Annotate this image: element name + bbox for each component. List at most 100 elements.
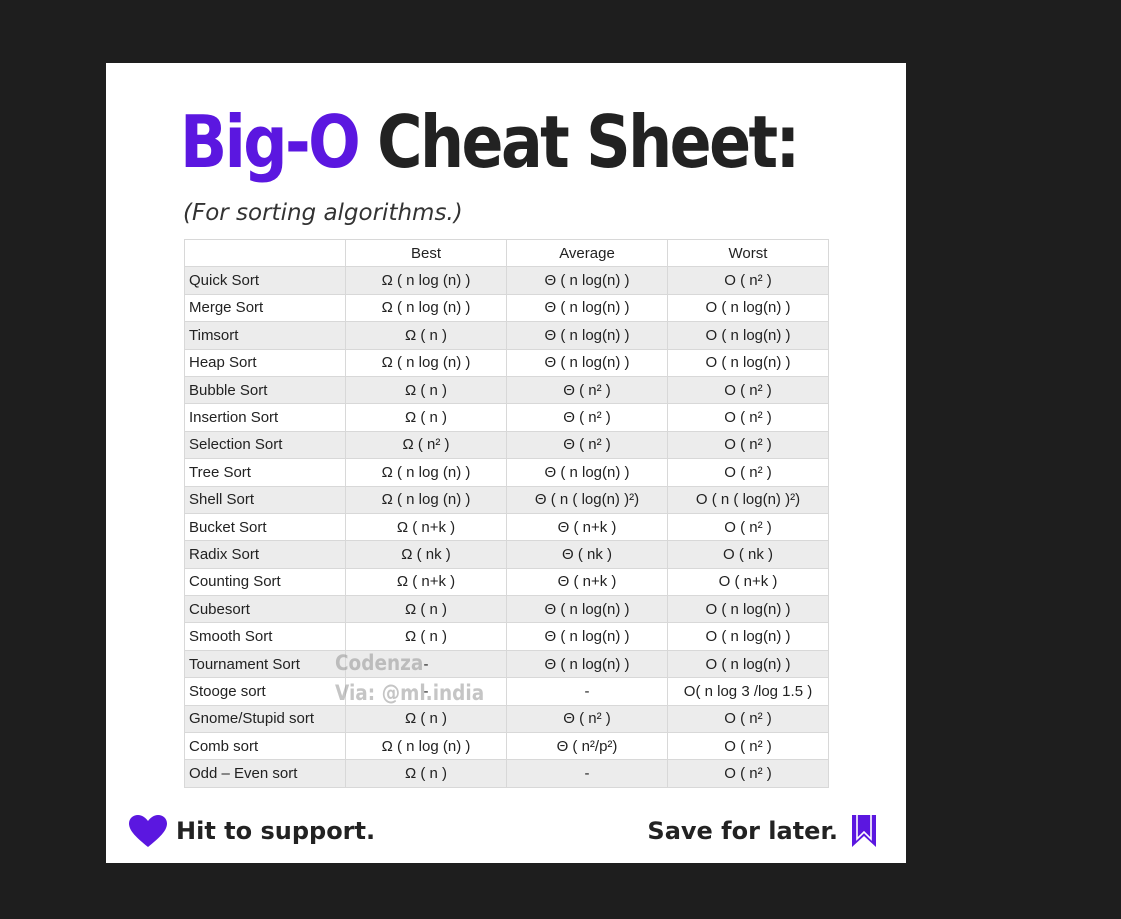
table-row: Cubesort Ω ( n ) Θ ( n log(n) ) O ( n log(n… [184, 595, 829, 624]
cell-algorithm: Radix Sort [184, 540, 346, 569]
cell-average: Θ ( nk ) [506, 540, 668, 569]
cell-worst: O ( nk ) [667, 540, 829, 569]
table-row: Smooth Sort Ω ( n ) Θ ( n log(n) ) O ( n lo… [184, 622, 829, 651]
cell-worst: O ( n² ) [667, 266, 829, 295]
cell-best: Ω ( n ) [345, 622, 507, 651]
cell-average: Θ ( n ( log(n) )²) [506, 485, 668, 514]
cell-average: Θ ( n log(n) ) [506, 266, 668, 295]
cell-algorithm: Comb sort [184, 732, 346, 761]
table-row: Shell Sort Ω ( n log (n) ) Θ ( n ( log(n) … [184, 485, 829, 514]
cheat-sheet-card: Big-O Cheat Sheet: (For sorting algorith… [106, 63, 906, 863]
cell-algorithm: Heap Sort [184, 348, 346, 377]
table-row: Insertion Sort Ω ( n ) Θ ( n² ) O ( n² ) [184, 403, 829, 432]
cell-average: Θ ( n² ) [506, 430, 668, 460]
cell-best: Ω ( n ) [345, 595, 507, 624]
cell-best: Ω ( n ) [345, 375, 507, 405]
complexity-table: Best Average Worst Quick Sort Ω ( n log (… [184, 238, 829, 788]
page-title: Big-O Cheat Sheet: [180, 99, 800, 185]
table-row: Tournament Sort - Θ ( n log(n) ) O ( n log(… [184, 649, 829, 679]
cell-average: - [506, 677, 668, 706]
cell-algorithm: Timsort [184, 321, 346, 350]
cell-algorithm: Odd – Even sort [184, 759, 346, 788]
table-row: Odd – Even sort Ω ( n ) - O ( n² ) [184, 759, 829, 788]
cell-best: Ω ( n ) [345, 759, 507, 788]
cell-algorithm: Quick Sort [184, 266, 346, 295]
cell-average: Θ ( n log(n) ) [506, 622, 668, 651]
cell-best: Ω ( n log (n) ) [345, 266, 507, 295]
watermark-line-2: Via: @ml.india [335, 681, 485, 705]
cell-algorithm: Insertion Sort [184, 403, 346, 432]
cell-algorithm: Selection Sort [184, 430, 346, 460]
header-best: Best [345, 238, 507, 268]
title-rest: Cheat Sheet: [377, 100, 800, 184]
table-header-row: Best Average Worst [184, 238, 829, 268]
cell-best: Ω ( n log (n) ) [345, 485, 507, 514]
support-callout[interactable]: Hit to support. [128, 813, 375, 849]
cell-worst: O ( n² ) [667, 732, 829, 761]
cell-average: Θ ( n+k ) [506, 567, 668, 597]
table-row: Counting Sort Ω ( n+k ) Θ ( n+k ) O ( n+k ) [184, 567, 829, 597]
cell-algorithm: Stooge sort [184, 677, 346, 706]
table-row: Timsort Ω ( n ) Θ ( n log(n) ) O ( n log(n)… [184, 321, 829, 350]
cell-average: Θ ( n log(n) ) [506, 293, 668, 323]
cell-algorithm: Tournament Sort [184, 649, 346, 679]
cell-worst: O ( n² ) [667, 704, 829, 734]
cell-algorithm: Bucket Sort [184, 512, 346, 542]
table-row: Stooge sort - - O( n log 3 /log 1.5 ) [184, 677, 829, 706]
table-row: Tree Sort Ω ( n log (n) ) Θ ( n log(n) ) O … [184, 458, 829, 487]
cell-average: Θ ( n² ) [506, 704, 668, 734]
cell-worst: O ( n log(n) ) [667, 293, 829, 323]
header-algorithm [184, 238, 346, 268]
table-row: Comb sort Ω ( n log (n) ) Θ ( n²/p²) O ( n²… [184, 732, 829, 761]
table-body: Quick Sort Ω ( n log (n) ) Θ ( n log(n) ) O… [184, 266, 829, 788]
table-row: Radix Sort Ω ( nk ) Θ ( nk ) O ( nk ) [184, 540, 829, 569]
title-accent: Big-O [180, 100, 361, 184]
watermark: Codenza Via: @ml.india [335, 648, 484, 708]
cell-worst: O ( n² ) [667, 375, 829, 405]
cell-best: Ω ( n log (n) ) [345, 732, 507, 761]
cell-best: Ω ( n+k ) [345, 567, 507, 597]
cell-worst: O ( n ( log(n) )²) [667, 485, 829, 514]
cell-average: - [506, 759, 668, 788]
cell-worst: O ( n+k ) [667, 567, 829, 597]
cell-worst: O ( n² ) [667, 403, 829, 432]
cell-best: Ω ( n+k ) [345, 512, 507, 542]
table-row: Selection Sort Ω ( n² ) Θ ( n² ) O ( n² ) [184, 430, 829, 460]
save-text: Save for later. [647, 817, 838, 845]
support-text: Hit to support. [176, 817, 376, 845]
subtitle: (For sorting algorithms.) [183, 200, 463, 226]
bookmark-icon[interactable] [850, 813, 878, 849]
cell-worst: O ( n log(n) ) [667, 622, 829, 651]
cell-worst: O ( n log(n) ) [667, 595, 829, 624]
cell-average: Θ ( n²/p²) [506, 732, 668, 761]
cell-algorithm: Shell Sort [184, 485, 346, 514]
cell-average: Θ ( n² ) [506, 403, 668, 432]
cell-worst: O ( n log(n) ) [667, 321, 829, 350]
cell-average: Θ ( n log(n) ) [506, 649, 668, 679]
cell-algorithm: Cubesort [184, 595, 346, 624]
table-row: Quick Sort Ω ( n log (n) ) Θ ( n log(n) ) O… [184, 266, 829, 295]
cell-best: Ω ( nk ) [345, 540, 507, 569]
cell-average: Θ ( n² ) [506, 375, 668, 405]
table-row: Heap Sort Ω ( n log (n) ) Θ ( n log(n) ) O … [184, 348, 829, 377]
cell-average: Θ ( n+k ) [506, 512, 668, 542]
cell-best: Ω ( n log (n) ) [345, 348, 507, 377]
cell-worst: O ( n² ) [667, 430, 829, 460]
cell-algorithm: Merge Sort [184, 293, 346, 323]
cell-best: Ω ( n ) [345, 704, 507, 734]
cell-worst: O ( n log(n) ) [667, 649, 829, 679]
cell-worst: O ( n² ) [667, 759, 829, 788]
cell-best: Ω ( n ) [345, 403, 507, 432]
cell-best: Ω ( n² ) [345, 430, 507, 460]
table-row: Bubble Sort Ω ( n ) Θ ( n² ) O ( n² ) [184, 375, 829, 405]
cell-worst: O( n log 3 /log 1.5 ) [667, 677, 829, 706]
save-callout[interactable]: Save for later. [647, 813, 878, 849]
table-row: Bucket Sort Ω ( n+k ) Θ ( n+k ) O ( n² ) [184, 512, 829, 542]
cell-best: Ω ( n log (n) ) [345, 293, 507, 323]
cell-algorithm: Gnome/Stupid sort [184, 704, 346, 734]
cell-average: Θ ( n log(n) ) [506, 458, 668, 487]
header-average: Average [506, 238, 668, 268]
table-row: Merge Sort Ω ( n log (n) ) Θ ( n log(n) ) O… [184, 293, 829, 323]
cell-algorithm: Counting Sort [184, 567, 346, 597]
heart-icon[interactable] [128, 814, 168, 848]
